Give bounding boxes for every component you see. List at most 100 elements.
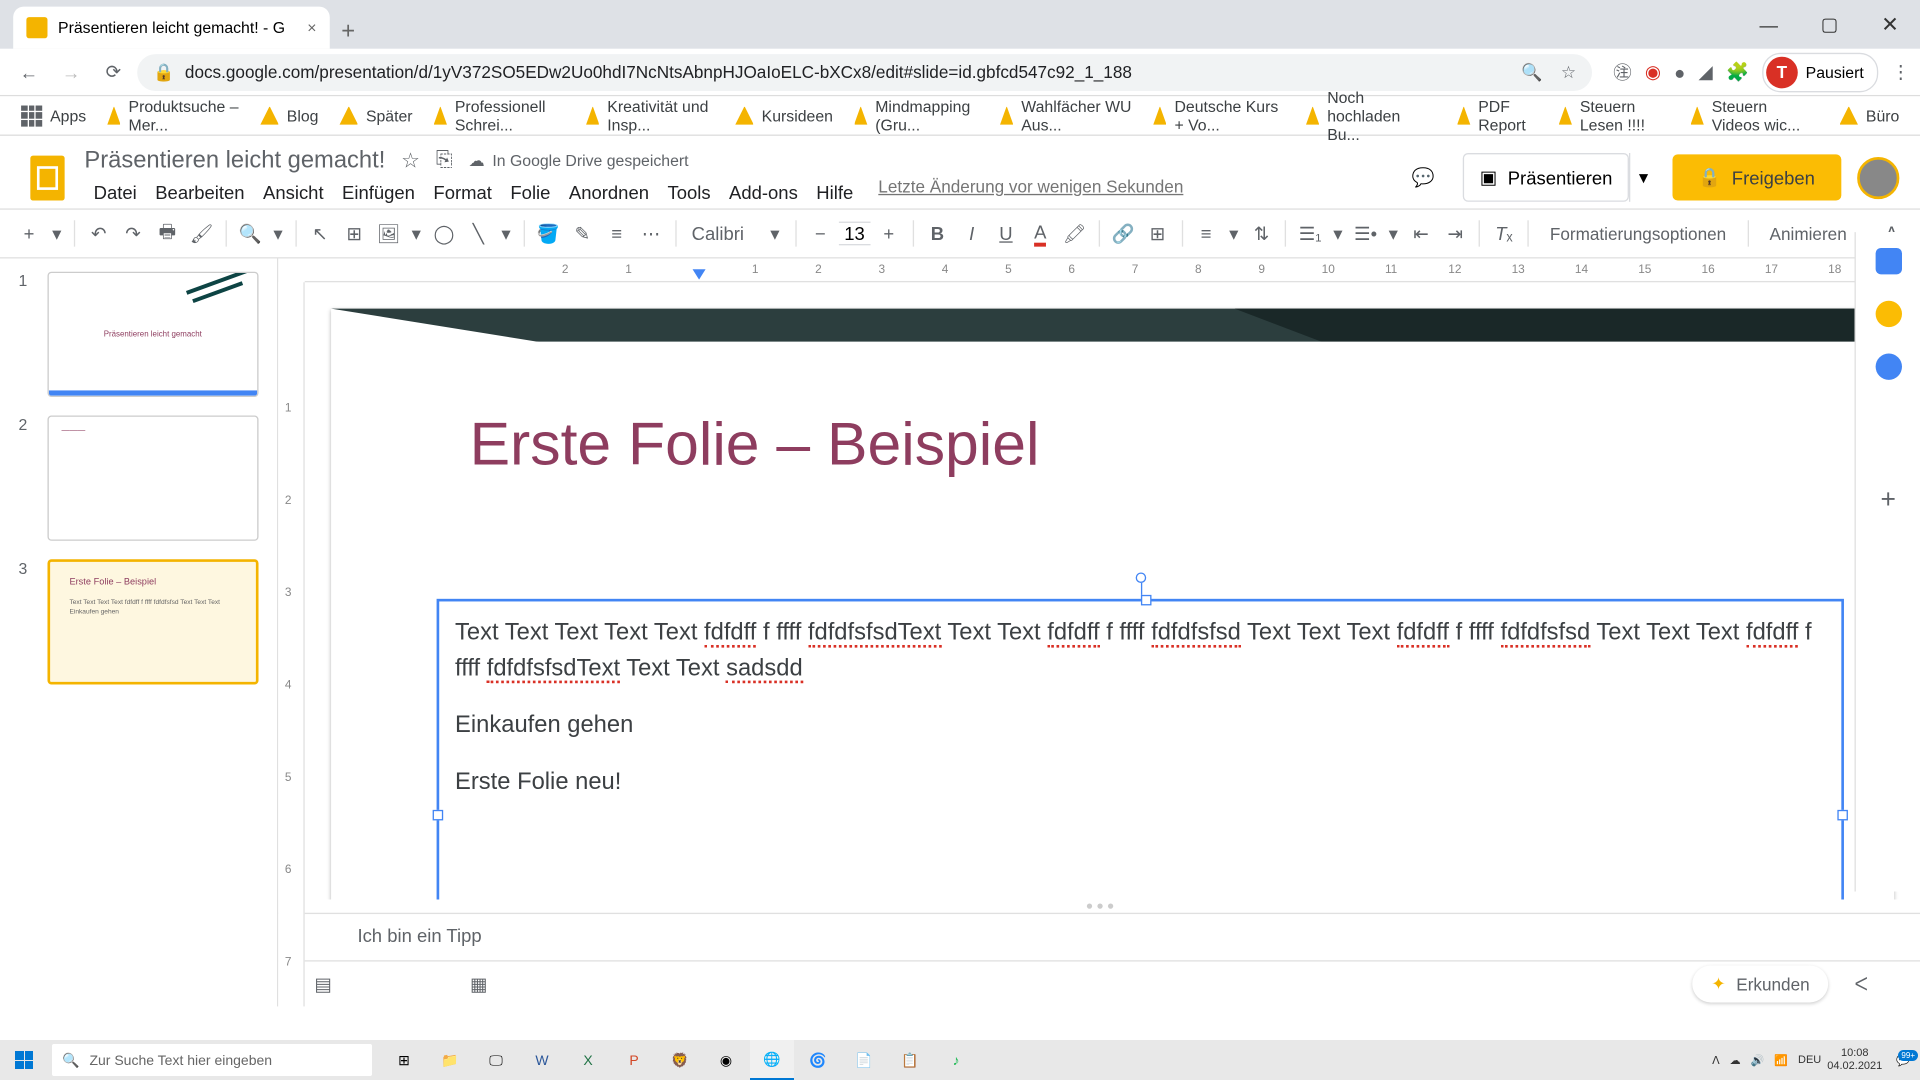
extension-icon-1[interactable]: ◉ [1645,61,1661,83]
task-view-button[interactable]: ⊞ [382,1040,426,1080]
bookmark-item[interactable]: PDF Report [1449,82,1545,148]
fill-color-button[interactable]: 🪣 [532,215,564,252]
apps-button[interactable]: Apps [13,100,94,132]
bookmark-item[interactable]: Wahlfächer WU Aus... [992,82,1140,148]
maximize-button[interactable]: ▢ [1799,0,1860,49]
menu-item[interactable]: Ansicht [254,177,333,209]
comments-button[interactable]: 💬 [1399,154,1446,201]
obs-icon[interactable]: ◉ [704,1040,748,1080]
close-window-button[interactable]: ✕ [1860,0,1920,49]
slide-thumbnail-3[interactable]: Erste Folie – Beispiel Text Text Text Te… [47,559,258,684]
zoom-button[interactable]: 🔍 [234,215,266,252]
decrease-indent-button[interactable]: ⇤ [1405,215,1437,252]
align-button[interactable]: ≡ [1190,215,1222,252]
keep-icon[interactable] [1875,301,1901,327]
increase-indent-button[interactable]: ⇥ [1439,215,1471,252]
bookmark-item[interactable]: Noch hochladen Bu... [1298,82,1444,148]
numbered-list-button[interactable]: ☰₁ [1294,215,1326,252]
browser-menu-icon[interactable]: ⋮ [1891,61,1909,83]
last-edit-link[interactable]: Letzte Änderung vor wenigen Sekunden [878,177,1183,209]
taskbar-search[interactable]: 🔍 Zur Suche Text hier eingeben [52,1044,372,1076]
powerpoint-icon[interactable]: P [612,1040,656,1080]
start-button[interactable] [0,1040,48,1080]
line-spacing-button[interactable]: ⇅ [1246,215,1278,252]
minimize-button[interactable]: — [1738,0,1799,49]
volume-icon[interactable]: 🔊 [1751,1054,1765,1067]
chrome-icon[interactable]: 🌐 [750,1040,794,1080]
excel-icon[interactable]: X [566,1040,610,1080]
tray-expand-icon[interactable]: ᐱ [1712,1054,1720,1067]
line-dropdown[interactable]: ▾ [497,215,515,252]
comment-button[interactable]: ⊞ [1142,215,1174,252]
increase-font-button[interactable]: + [873,215,905,252]
back-button[interactable]: ← [11,53,48,90]
onedrive-icon[interactable]: ☁ [1730,1054,1741,1067]
font-size-input[interactable]: 13 [839,222,871,246]
extension-icon-2[interactable]: ● [1674,61,1685,82]
translate-icon[interactable]: ㊟ [1613,59,1631,85]
link-button[interactable]: 🔗 [1107,215,1139,252]
zoom-dropdown[interactable]: ▾ [269,215,287,252]
image-dropdown[interactable]: ▾ [407,215,425,252]
close-tab-icon[interactable]: × [307,18,316,36]
bookmark-item[interactable]: Produktsuche – Mer... [99,82,247,148]
format-options-button[interactable]: Formatierungsoptionen [1537,224,1740,244]
line-tool[interactable]: ╲ [462,215,494,252]
language-indicator[interactable]: DEU [1798,1054,1821,1066]
textbox-tool[interactable]: ⊞ [338,215,370,252]
app-icon-1[interactable]: 📄 [842,1040,886,1080]
text-box[interactable]: Text Text Text Text Text fdfdff f ffff f… [437,599,1844,900]
new-tab-button[interactable]: + [330,12,367,49]
zoom-icon[interactable]: 🔍 [1521,61,1542,82]
menu-item[interactable]: Datei [84,177,146,209]
paint-format-button[interactable]: 🖌 [186,215,218,252]
border-dash-button[interactable]: ⋯ [635,215,667,252]
move-icon[interactable]: ⎘ [436,148,453,172]
filmstrip-view-button[interactable]: ▤ [305,966,342,1003]
brave-icon[interactable]: 🦁 [658,1040,702,1080]
user-avatar[interactable] [1857,156,1899,198]
menu-item[interactable]: Format [424,177,501,209]
text-color-button[interactable]: A [1024,215,1056,252]
select-tool[interactable]: ↖ [304,215,336,252]
image-tool[interactable]: 🖼 [373,215,405,252]
menu-item[interactable]: Tools [658,177,720,209]
resize-handle-w[interactable] [433,810,444,821]
clear-formatting-button[interactable]: Tₓ [1488,215,1520,252]
new-slide-button[interactable]: + [13,215,45,252]
italic-button[interactable]: I [956,215,988,252]
xsplit-icon[interactable]: 🖵 [474,1040,518,1080]
border-weight-button[interactable]: ≡ [601,215,633,252]
speaker-notes[interactable]: Ich bin ein Tipp [278,913,1920,960]
bookmark-item[interactable]: Steuern Videos wic... [1683,82,1827,148]
tasks-icon[interactable] [1875,353,1901,379]
slide-thumbnail-1[interactable]: Präsentieren leicht gemacht [47,272,258,397]
bookmark-item[interactable]: Mindmapping (Gru... [846,82,987,148]
redo-button[interactable]: ↷ [117,215,149,252]
side-panel-toggle[interactable]: ᐸ [1855,973,1895,995]
slides-logo[interactable] [21,151,74,204]
shape-tool[interactable]: ◯ [428,215,460,252]
body-text-1[interactable]: Text Text Text Text Text fdfdff f ffff f… [455,615,1825,686]
add-side-icon[interactable]: + [1880,485,1895,515]
word-icon[interactable]: W [520,1040,564,1080]
border-color-button[interactable]: ✎ [567,215,599,252]
decrease-font-button[interactable]: − [804,215,836,252]
bookmark-item[interactable]: Deutsche Kurs + Vo... [1145,82,1292,148]
clock[interactable]: 10:08 04.02.2021 [1827,1047,1882,1073]
slide-canvas[interactable]: Erste Folie – Beispiel Text Text Text Te… [331,309,1894,900]
bulleted-dropdown[interactable]: ▾ [1384,215,1402,252]
body-text-3[interactable]: Erste Folie neu! [455,764,1825,800]
resize-handle-e[interactable] [1837,810,1848,821]
present-button[interactable]: ▣ Präsentieren [1463,153,1630,202]
app-icon-2[interactable]: 📋 [888,1040,932,1080]
forward-button[interactable]: → [53,53,90,90]
slide-thumbnail-2[interactable]: ——— [47,415,258,540]
underline-button[interactable]: U [990,215,1022,252]
spotify-icon[interactable]: ♪ [934,1040,978,1080]
menu-item[interactable]: Add-ons [720,177,807,209]
explore-button[interactable]: ✦ Erkunden [1693,966,1828,1003]
edge-icon[interactable]: 🌀 [796,1040,840,1080]
animate-button[interactable]: Animieren [1756,224,1860,244]
bulleted-list-button[interactable]: ☰• [1350,215,1382,252]
